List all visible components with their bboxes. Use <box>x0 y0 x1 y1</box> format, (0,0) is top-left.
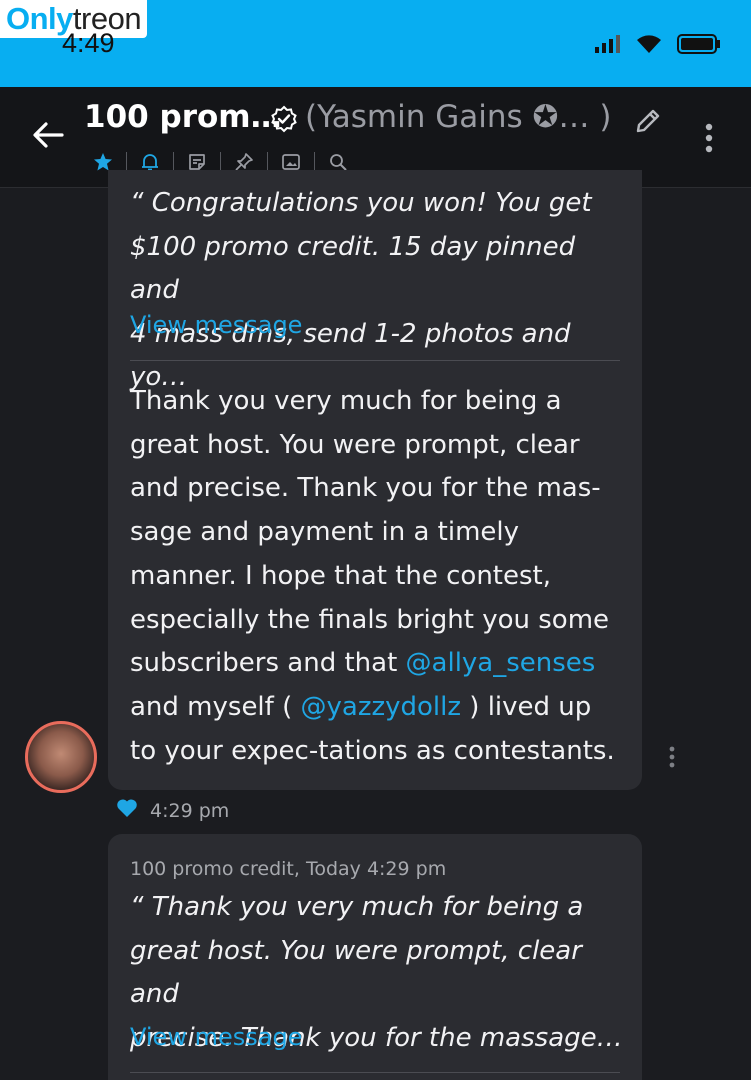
status-time: 4:49 <box>62 28 115 58</box>
signal-icon <box>595 35 620 53</box>
toolbar-divider <box>267 152 268 172</box>
avatar[interactable] <box>25 721 97 793</box>
toolbar-divider <box>173 152 174 172</box>
reply-meta: 100 promo credit, Today 4:29 pm <box>130 858 447 880</box>
message-bubble[interactable]: “ Congratulations you won! You get $100 … <box>108 170 642 790</box>
message-more-icon[interactable] <box>668 745 676 769</box>
chat-title[interactable]: 100 prom… <box>84 99 282 135</box>
reply-quote: “ Congratulations you won! You get $100 … <box>130 188 592 392</box>
chat-subtitle-name[interactable]: (Yasmin Gains ✪… ) <box>305 99 611 135</box>
toolbar-divider <box>220 152 221 172</box>
verified-icon <box>271 105 297 133</box>
divider <box>130 360 620 361</box>
toolbar-divider <box>126 152 127 172</box>
pencil-icon[interactable] <box>634 107 662 135</box>
message-text: Thank you very much for being a great ho… <box>130 386 615 766</box>
message-bubble[interactable]: 100 promo credit, Today 4:29 pm “ Thank … <box>108 834 642 1080</box>
more-vert-icon[interactable] <box>704 123 714 153</box>
heart-icon[interactable] <box>116 798 138 818</box>
mention-link[interactable]: @allya_senses <box>406 648 596 678</box>
wifi-icon <box>637 35 661 53</box>
view-message-link[interactable]: View message <box>130 1023 302 1051</box>
status-bar: Onlytreon 4:49 <box>0 0 751 87</box>
view-message-link[interactable]: View message <box>130 311 302 339</box>
mention-link[interactable]: @yazzydollz <box>301 692 462 722</box>
back-arrow-icon[interactable] <box>32 121 64 149</box>
toolbar-divider <box>314 152 315 172</box>
battery-icon <box>677 34 720 54</box>
message-timestamp: 4:29 pm <box>150 800 230 822</box>
divider <box>130 1072 620 1073</box>
